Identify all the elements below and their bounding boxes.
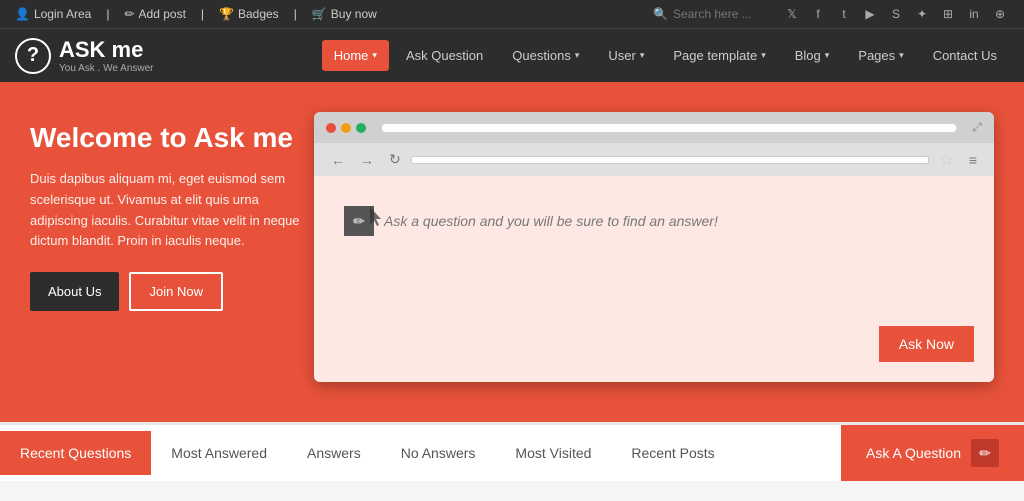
- browser-content: ✏ Ask a question and you will be sure to…: [314, 176, 994, 382]
- top-bar-left: 👤 Login Area | ✏ Add post | 🏆 Badges | 🛒…: [15, 7, 377, 21]
- browser-dots: [326, 123, 366, 133]
- hero-body: Duis dapibus aliquam mi, eget euismod se…: [30, 169, 310, 252]
- questions-caret: ▾: [575, 50, 580, 61]
- logo-icon: ?: [15, 38, 51, 74]
- header: ? ASK me You Ask . We Answer Home ▾ Ask …: [0, 28, 1024, 82]
- search-icon: 🔍: [653, 7, 668, 21]
- blog-caret: ▾: [825, 50, 830, 61]
- hero-title: Welcome to Ask me: [30, 122, 310, 154]
- badges-link[interactable]: 🏆 Badges: [219, 7, 279, 21]
- search-bar[interactable]: 🔍: [653, 7, 773, 21]
- question-box: ✏ Ask a question and you will be sure to…: [334, 196, 974, 246]
- nav-ask-question[interactable]: Ask Question: [394, 40, 495, 71]
- bookmark-icon: ☆: [939, 150, 953, 170]
- back-button[interactable]: ←: [326, 149, 350, 171]
- nav-user[interactable]: User ▾: [596, 40, 656, 71]
- tab-no-answers[interactable]: No Answers: [381, 431, 496, 475]
- browser-nav: ← → ↻ ☆ ≡: [314, 143, 994, 176]
- rss-icon[interactable]: ⊕: [991, 5, 1009, 23]
- home-caret: ▾: [372, 50, 377, 61]
- skype-icon[interactable]: S: [887, 5, 905, 23]
- dot-red: [326, 123, 336, 133]
- user-icon: 👤: [15, 7, 30, 21]
- browser-menu-icon[interactable]: ≡: [964, 149, 982, 171]
- ask-question-pencil-icon: ✏: [971, 439, 999, 467]
- nav-pages[interactable]: Pages ▾: [846, 40, 915, 71]
- login-area-link[interactable]: 👤 Login Area: [15, 7, 91, 21]
- browser-expand-icon: ⤢: [972, 120, 982, 135]
- tabs-right: Ask A Question ✏: [841, 425, 1024, 481]
- dot-yellow: [341, 123, 351, 133]
- trophy-icon: 🏆: [219, 7, 234, 21]
- tab-most-visited[interactable]: Most Visited: [495, 431, 611, 475]
- hero-section: Welcome to Ask me Duis dapibus aliquam m…: [0, 82, 1024, 422]
- facebook-icon[interactable]: f: [809, 5, 827, 23]
- nav-page-template[interactable]: Page template ▾: [661, 40, 777, 71]
- nav-contact-us[interactable]: Contact Us: [921, 40, 1009, 71]
- cart-icon: 🛒: [312, 7, 327, 21]
- brand-name: ASK me: [59, 37, 154, 63]
- linkedin-icon[interactable]: in: [965, 5, 983, 23]
- page-template-caret: ▾: [761, 50, 766, 61]
- edit-icon: ✏: [124, 7, 134, 21]
- browser-url-bar: [382, 124, 956, 132]
- tiktok-icon[interactable]: t: [835, 5, 853, 23]
- nav-blog[interactable]: Blog ▾: [783, 40, 842, 71]
- logo-area[interactable]: ? ASK me You Ask . We Answer: [15, 37, 154, 74]
- divider-1: |: [106, 7, 109, 21]
- ask-a-question-button[interactable]: Ask A Question ✏: [841, 425, 1024, 481]
- browser-titlebar: ⤢: [314, 112, 994, 143]
- youtube-icon[interactable]: ▶: [861, 5, 879, 23]
- search-input[interactable]: [673, 7, 773, 21]
- question-placeholder: Ask a question and you will be sure to f…: [384, 213, 718, 229]
- browser-mockup: ⤢ ← → ↻ ☆ ≡ ✏ Ask a question and you wil…: [314, 112, 994, 382]
- hero-left: Welcome to Ask me Duis dapibus aliquam m…: [30, 122, 310, 311]
- tab-most-answered[interactable]: Most Answered: [151, 431, 287, 475]
- social-icons: 𝕏 f t ▶ S ✦ ⊞ in ⊕: [783, 5, 1009, 23]
- browser-address-bar[interactable]: [411, 156, 930, 164]
- join-now-button[interactable]: Join Now: [129, 272, 222, 311]
- tab-answers[interactable]: Answers: [287, 431, 381, 475]
- tabs-section: Recent Questions Most Answered Answers N…: [0, 422, 1024, 481]
- buy-now-link[interactable]: 🛒 Buy now: [312, 7, 377, 21]
- divider-2: |: [201, 7, 204, 21]
- tagline: You Ask . We Answer: [59, 63, 154, 74]
- user-caret: ▾: [640, 50, 645, 61]
- tab-recent-posts[interactable]: Recent Posts: [611, 431, 734, 475]
- nav-home[interactable]: Home ▾: [322, 40, 389, 71]
- main-nav: Home ▾ Ask Question Questions ▾ User ▾ P…: [322, 40, 1009, 71]
- about-us-button[interactable]: About Us: [30, 272, 119, 311]
- tab-recent-questions[interactable]: Recent Questions: [0, 431, 151, 475]
- ask-now-button[interactable]: Ask Now: [879, 326, 974, 362]
- forward-button[interactable]: →: [355, 149, 379, 171]
- dot-green: [356, 123, 366, 133]
- add-post-link[interactable]: ✏ Add post: [124, 7, 185, 21]
- cursor: [370, 207, 384, 232]
- star-icon[interactable]: ✦: [913, 5, 931, 23]
- twitter-icon[interactable]: 𝕏: [783, 5, 801, 23]
- divider-3: |: [294, 7, 297, 21]
- refresh-button[interactable]: ↻: [384, 148, 406, 171]
- top-bar-right: 🔍 𝕏 f t ▶ S ✦ ⊞ in ⊕: [653, 5, 1009, 23]
- hero-buttons: About Us Join Now: [30, 272, 310, 311]
- grid-icon[interactable]: ⊞: [939, 5, 957, 23]
- top-bar: 👤 Login Area | ✏ Add post | 🏆 Badges | 🛒…: [0, 0, 1024, 28]
- pages-caret: ▾: [899, 50, 904, 61]
- logo-text: ASK me You Ask . We Answer: [59, 37, 154, 74]
- nav-questions[interactable]: Questions ▾: [500, 40, 591, 71]
